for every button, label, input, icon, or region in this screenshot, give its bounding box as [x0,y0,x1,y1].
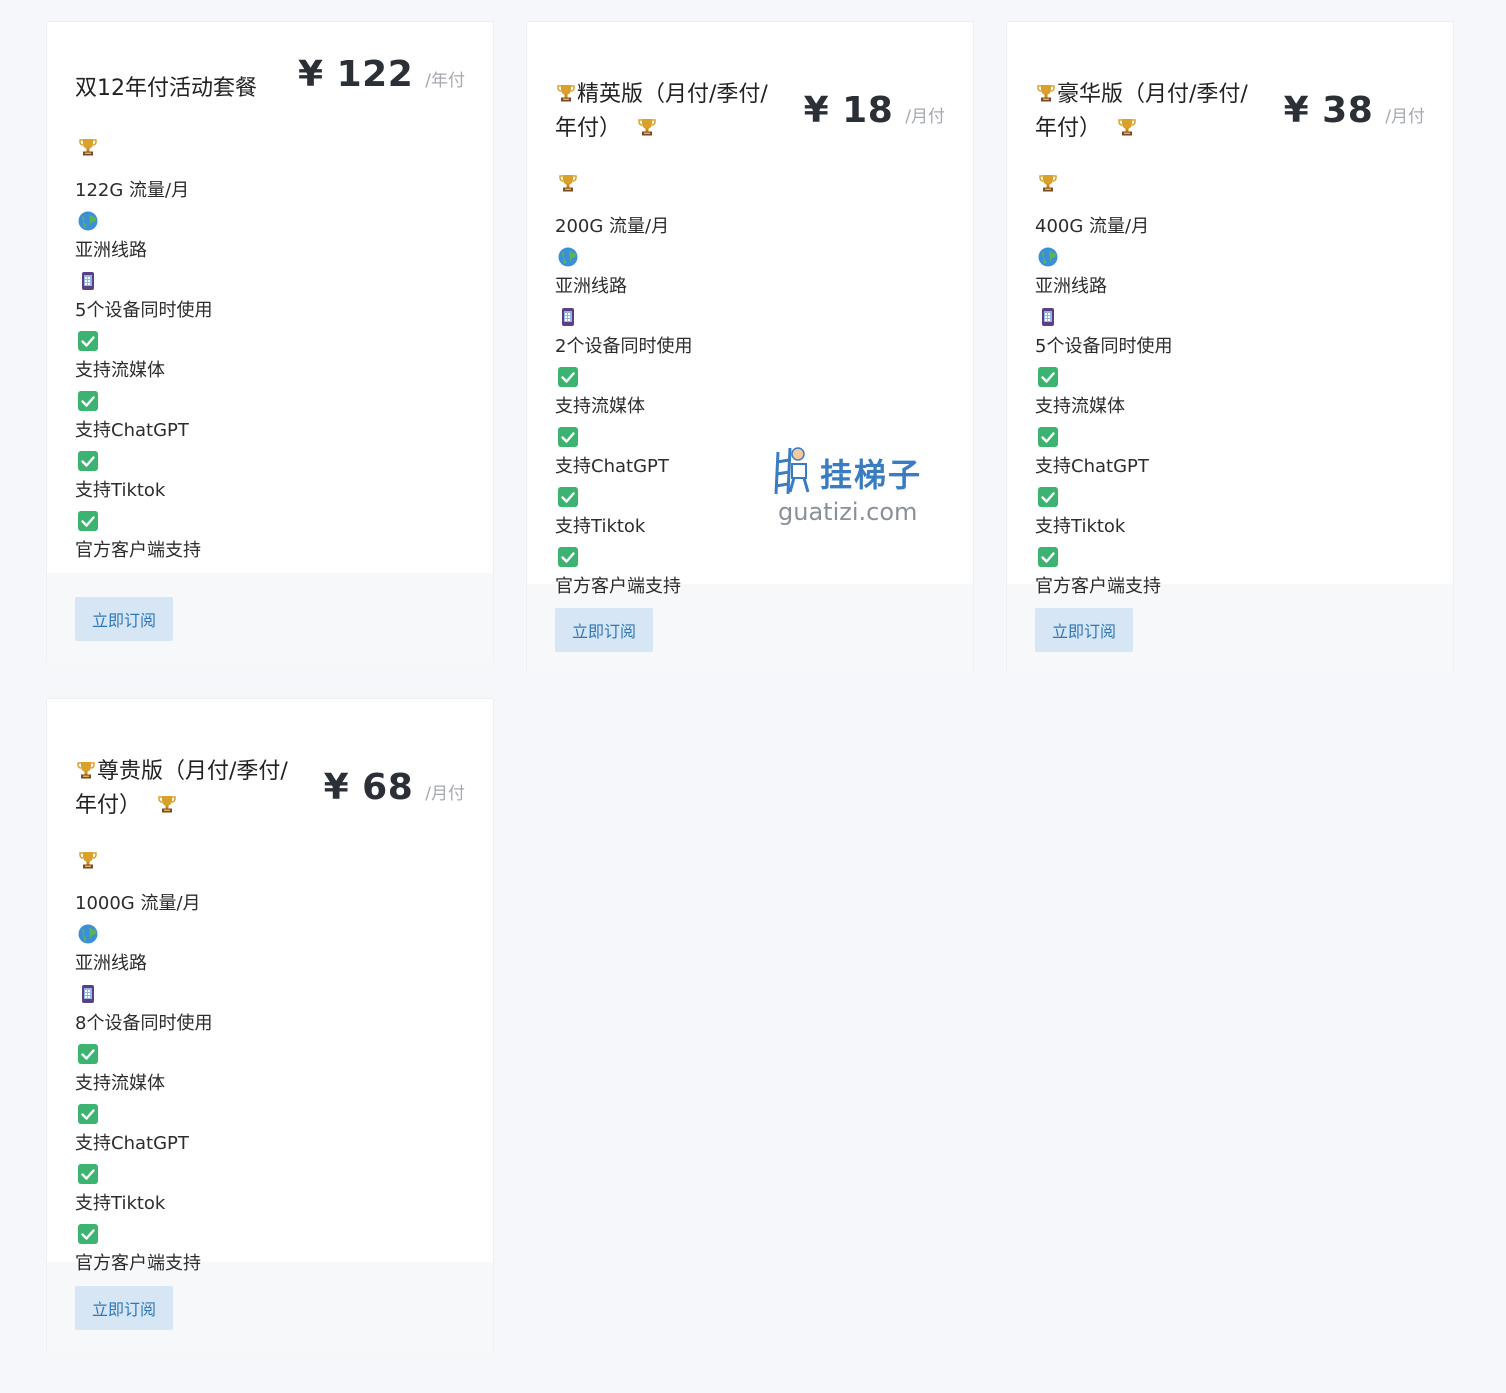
trophy-icon [156,793,178,815]
check-icon [77,330,99,352]
subscribe-button[interactable]: 立即订阅 [1035,608,1134,652]
subscribe-button[interactable]: 立即订阅 [555,608,654,652]
ladder-man-icon [774,447,810,495]
phone-icon [77,270,99,292]
card-header: 精英版（月付/季付/年付） ¥ 18 /月付 [555,54,945,146]
trophy-icon [1116,116,1138,138]
feature-list: 200G 流量/月 亚洲线路 2个设备同时使用 支持流媒体 支持ChatGPT … [555,172,945,602]
check-icon [77,1163,99,1185]
plan-card-deluxe: 豪华版（月付/季付/年付） ¥ 38 /月付 400G 流量/月 亚洲线路 5个… [1006,21,1454,674]
plan-title-text: 精英版（月付/季付/年付） [555,82,768,141]
price-block: ¥ 38 /月付 [1284,90,1425,131]
card-header: 尊贵版（月付/季付/年付） ¥ 68 /月付 [75,731,465,823]
trophy-icon [75,759,97,781]
trophy-icon [557,172,579,194]
trophy-icon [636,116,658,138]
check-icon [1037,546,1059,568]
check-icon [77,390,99,412]
plan-period: /月付 [425,784,465,804]
trophy-icon [77,849,99,871]
feature-streaming: 支持流媒体 [75,360,165,381]
feature-tiktok: 支持Tiktok [1035,516,1126,537]
plan-price: ¥ 68 [323,767,414,808]
check-icon [557,486,579,508]
check-icon [1037,486,1059,508]
plan-price: ¥ 38 [1283,90,1374,131]
globe-icon [77,923,99,945]
card-header: 双12年付活动套餐 ¥ 122 /年付 [75,54,465,106]
check-icon [1037,426,1059,448]
feature-tiktok: 支持Tiktok [75,480,166,501]
feature-traffic: 122G 流量/月 [75,180,190,201]
phone-icon [1037,306,1059,328]
feature-streaming: 支持流媒体 [1035,396,1125,417]
plan-card-elite: 精英版（月付/季付/年付） ¥ 18 /月付 200G 流量/月 亚洲线路 2个… [526,21,974,674]
check-icon [77,1103,99,1125]
feature-route: 亚洲线路 [555,276,627,297]
feature-devices: 5个设备同时使用 [75,300,213,321]
globe-icon [557,246,579,268]
plan-title: 豪华版（月付/季付/年付） [1035,78,1263,146]
check-icon [77,450,99,472]
plan-price: ¥ 18 [803,90,894,131]
feature-traffic: 200G 流量/月 [555,216,670,237]
check-icon [557,366,579,388]
globe-icon [77,210,99,232]
plan-title: 双12年付活动套餐 [75,76,257,101]
price-block: ¥ 68 /月付 [324,767,465,808]
feature-traffic: 1000G 流量/月 [75,893,201,914]
plan-price: ¥ 122 [298,54,414,95]
price-block: ¥ 18 /月付 [804,90,945,131]
plan-period: /月付 [905,107,945,127]
watermark-url: guatizi.com [778,498,918,526]
feature-devices: 2个设备同时使用 [555,336,693,357]
plan-card-premium: 尊贵版（月付/季付/年付） ¥ 68 /月付 1000G 流量/月 亚洲线路 8… [46,698,494,1352]
trophy-icon [1035,82,1057,104]
feature-route: 亚洲线路 [75,240,147,261]
check-icon [77,510,99,532]
watermark-title: 挂梯子 [820,456,923,494]
check-icon [557,426,579,448]
feature-traffic: 400G 流量/月 [1035,216,1150,237]
check-icon [1037,366,1059,388]
feature-streaming: 支持流媒体 [555,396,645,417]
subscribe-button[interactable]: 立即订阅 [75,1286,174,1330]
feature-list: 400G 流量/月 亚洲线路 5个设备同时使用 支持流媒体 支持ChatGPT … [1035,172,1425,602]
feature-chatgpt: 支持ChatGPT [75,1133,189,1154]
trophy-icon [77,136,99,158]
feature-tiktok: 支持Tiktok [75,1193,166,1214]
watermark-logo: 挂梯子 guatizi.com [772,444,932,534]
feature-list: 122G 流量/月 亚洲线路 5个设备同时使用 支持流媒体 支持ChatGPT … [75,136,465,566]
globe-icon [1037,246,1059,268]
feature-client: 官方客户端支持 [75,540,201,561]
trophy-icon [1037,172,1059,194]
plan-title-text: 尊贵版（月付/季付/年付） [75,759,288,818]
check-icon [77,1223,99,1245]
plan-card-annual-promo: 双12年付活动套餐 ¥ 122 /年付 122G 流量/月 亚洲线路 5个设备同… [46,21,494,663]
plan-title: 精英版（月付/季付/年付） [555,78,783,146]
card-footer: 立即订阅 [47,573,493,663]
feature-devices: 5个设备同时使用 [1035,336,1173,357]
feature-chatgpt: 支持ChatGPT [75,420,189,441]
check-icon [557,546,579,568]
feature-list: 1000G 流量/月 亚洲线路 8个设备同时使用 支持流媒体 支持ChatGPT… [75,849,465,1279]
trophy-icon [555,82,577,104]
plan-period: /年付 [425,71,465,91]
phone-icon [77,983,99,1005]
price-block: ¥ 122 /年付 [298,54,465,95]
feature-devices: 8个设备同时使用 [75,1013,213,1034]
plan-title-text: 豪华版（月付/季付/年付） [1035,82,1248,141]
plan-title: 尊贵版（月付/季付/年付） [75,755,303,823]
feature-route: 亚洲线路 [1035,276,1107,297]
feature-streaming: 支持流媒体 [75,1073,165,1094]
subscribe-button[interactable]: 立即订阅 [75,597,174,641]
phone-icon [557,306,579,328]
plan-period: /月付 [1385,107,1425,127]
card-header: 豪华版（月付/季付/年付） ¥ 38 /月付 [1035,54,1425,146]
feature-chatgpt: 支持ChatGPT [1035,456,1149,477]
feature-route: 亚洲线路 [75,953,147,974]
check-icon [77,1043,99,1065]
